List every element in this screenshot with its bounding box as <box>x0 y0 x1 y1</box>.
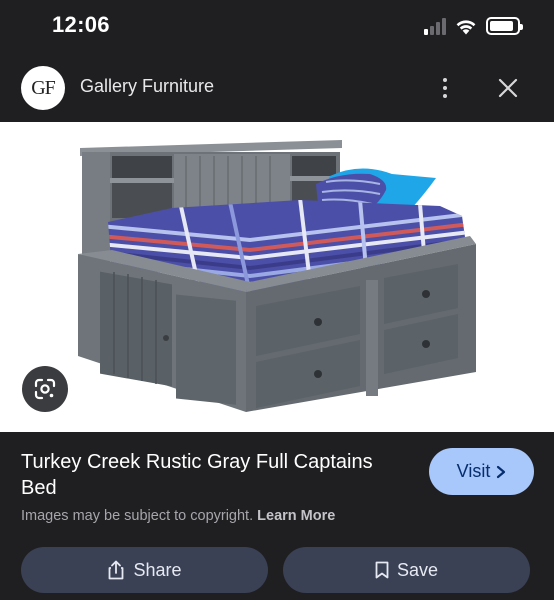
visit-button[interactable]: Visit <box>429 448 534 495</box>
save-button[interactable]: Save <box>283 547 530 593</box>
product-title[interactable]: Turkey Creek Rustic Gray Full Captains B… <box>21 449 411 501</box>
chevron-right-icon <box>497 465 506 478</box>
status-bar: 12:06 <box>0 0 554 52</box>
status-time: 12:06 <box>52 12 110 37</box>
google-lens-button[interactable] <box>22 366 68 412</box>
share-button-label: Share <box>133 559 182 580</box>
share-icon <box>109 560 124 580</box>
battery-icon <box>486 17 523 35</box>
close-icon[interactable] <box>494 74 522 102</box>
battery-level <box>490 21 514 31</box>
save-button-label: Save <box>396 559 439 580</box>
learn-more-link[interactable]: Learn More <box>257 508 335 524</box>
bookmark-icon <box>375 561 389 579</box>
copyright-notice: Images may be subject to copyright. Lear… <box>21 508 335 524</box>
status-icons <box>424 15 523 35</box>
bed-image <box>78 140 476 412</box>
visit-button-label: Visit <box>456 461 491 481</box>
site-logo[interactable]: GF <box>21 66 65 110</box>
more-options-icon[interactable] <box>434 74 456 102</box>
product-image[interactable] <box>0 122 554 432</box>
site-name[interactable]: Gallery Furniture <box>80 76 214 97</box>
cellular-signal-icon <box>424 17 446 35</box>
share-button[interactable]: Share <box>21 547 268 593</box>
copyright-text: Images may be subject to copyright. <box>21 508 254 524</box>
source-header: GF Gallery Furniture <box>0 58 554 118</box>
wifi-icon <box>455 18 477 35</box>
google-lens-icon <box>34 378 56 400</box>
